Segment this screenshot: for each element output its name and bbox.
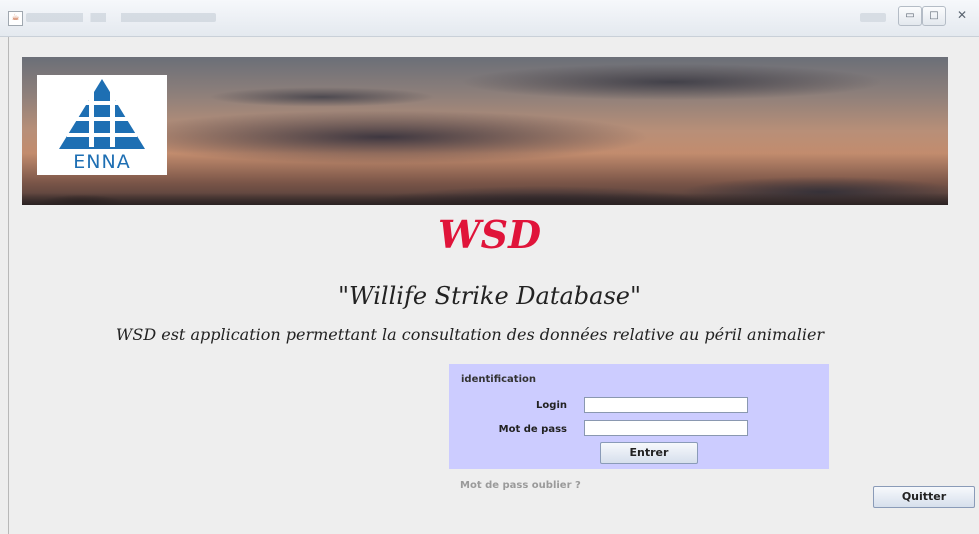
login-input[interactable] [584,397,748,413]
window-titlebar: ☕ ▭ □ ✕ [0,0,979,37]
titlebar-blurred-text [860,13,886,22]
app-subtitle: "Willife Strike Database" [337,282,642,310]
logo-text: ENNA [73,151,131,173]
app-title: WSD [437,212,542,257]
close-icon[interactable]: ✕ [952,6,972,24]
java-app-icon: ☕ [8,11,23,26]
enna-logo: ENNA [37,75,167,175]
minimize-icon[interactable]: ▭ [898,6,922,26]
quit-button[interactable]: Quitter [873,486,975,508]
banner-ground [22,193,948,205]
forgot-password-link[interactable]: Mot de pass oublier ? [460,480,581,491]
password-input[interactable] [584,420,748,436]
login-panel-title: identification [461,374,536,385]
window-title-blurred [26,13,216,22]
enter-button[interactable]: Entrer [600,442,698,464]
login-label: Login [536,400,567,411]
maximize-icon[interactable]: □ [922,6,946,26]
app-description: WSD est application permettant la consul… [115,325,825,344]
password-label: Mot de pass [498,424,567,435]
login-panel: identification Login Mot de pass Entrer [449,364,829,469]
